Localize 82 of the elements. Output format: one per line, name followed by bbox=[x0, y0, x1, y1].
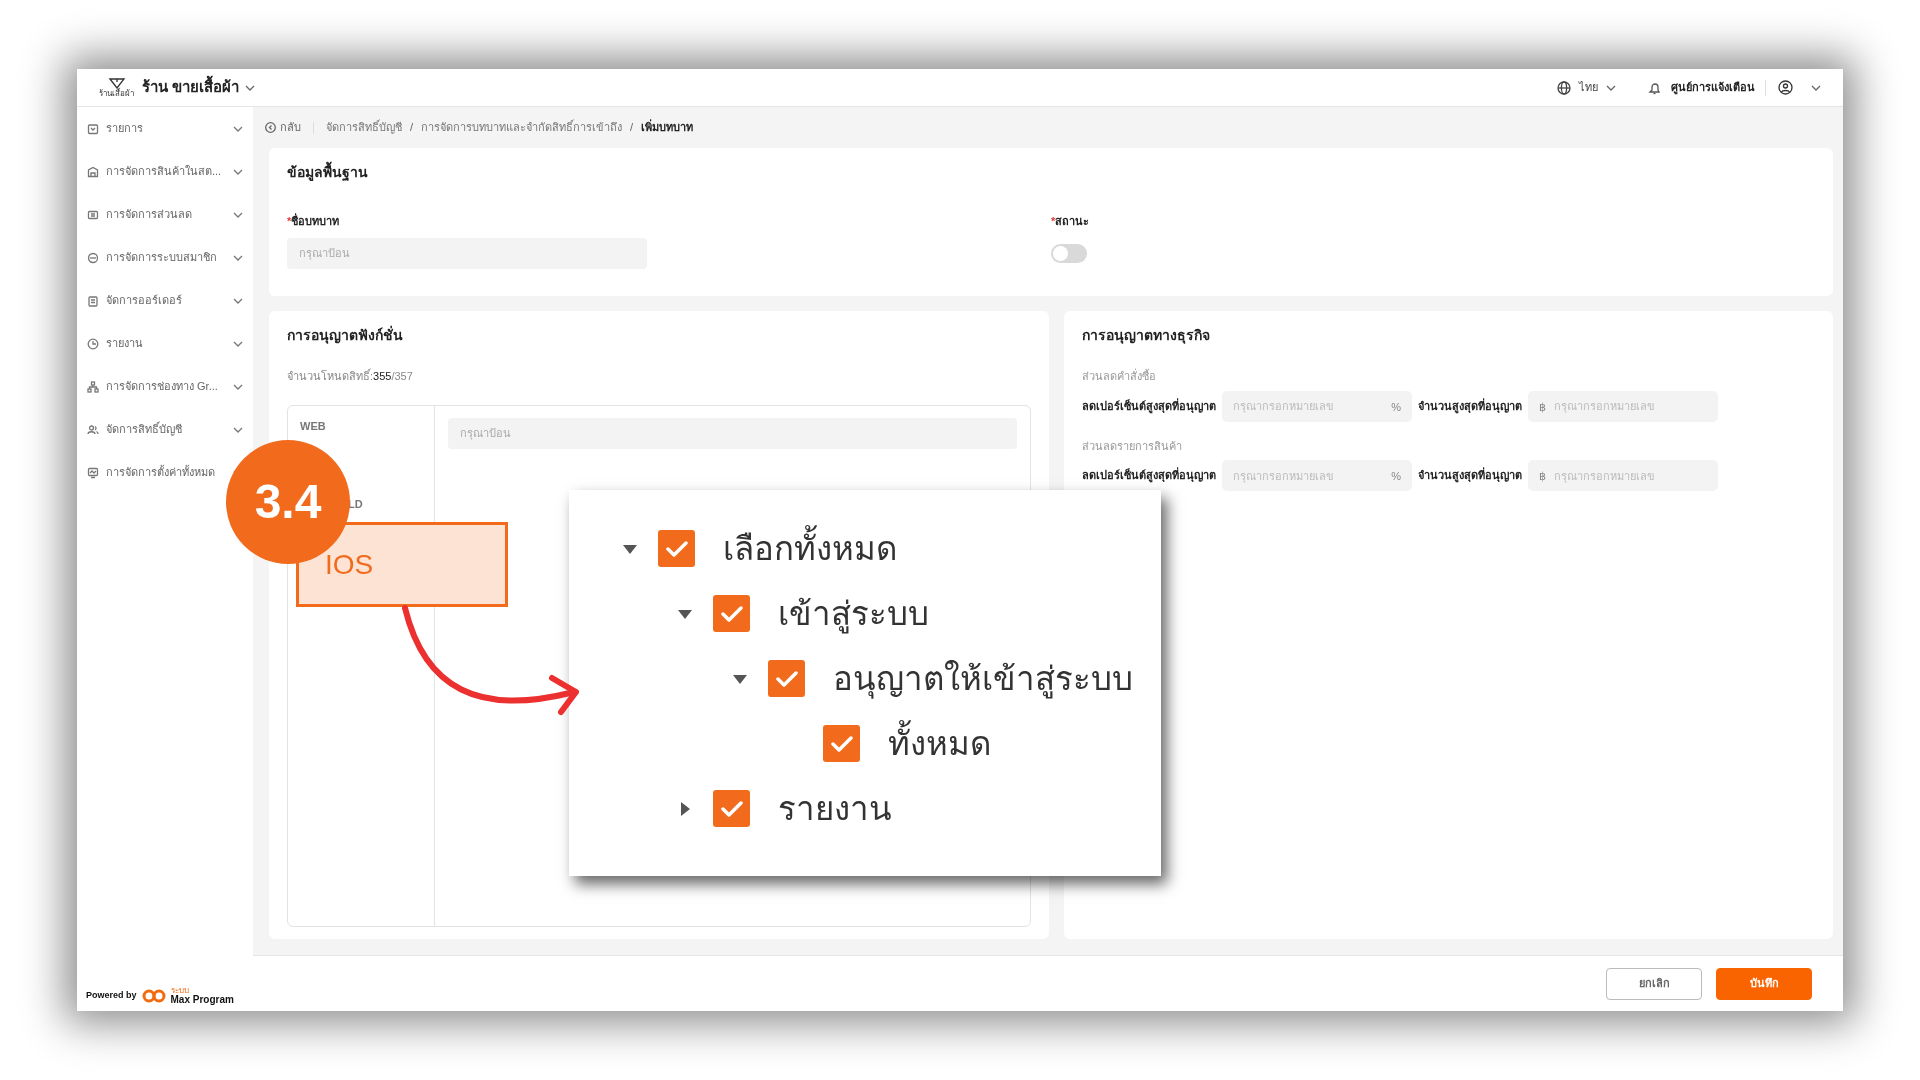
checkmark-icon bbox=[720, 604, 743, 623]
chevron-down-icon bbox=[233, 340, 243, 347]
field-label: ลดเปอร์เซ็นต์สูงสุดที่อนุญาต bbox=[1082, 397, 1216, 415]
unit-label: ฿ bbox=[1539, 469, 1546, 484]
field-label: *สถานะ bbox=[1051, 214, 1091, 229]
brand-tag: ระบบ bbox=[170, 987, 234, 995]
user-avatar-icon bbox=[1778, 80, 1793, 95]
sidebar-item[interactable]: การจัดการตั้งค่าทั้งหมด bbox=[87, 464, 215, 481]
brand-name: Max Program bbox=[170, 995, 234, 1005]
chevron-down-icon bbox=[233, 254, 243, 261]
tree-node-label[interactable]: อนุญาตให้เข้าสู่ระบบ bbox=[833, 653, 1133, 704]
checkmark-icon bbox=[775, 669, 798, 688]
role-name-field[interactable]: กรุณาป้อน bbox=[287, 237, 647, 269]
chevron-down-icon bbox=[233, 168, 243, 175]
chevron-down-icon bbox=[1811, 84, 1821, 91]
chevron-down-icon bbox=[233, 125, 243, 132]
warehouse-icon bbox=[87, 165, 99, 178]
sidebar-item[interactable]: จัดการสิทธิ์บัญชี bbox=[87, 421, 182, 438]
breadcrumb-current: เพิ่มบทบาท bbox=[641, 119, 694, 136]
platform-label[interactable]: WEB bbox=[300, 417, 326, 434]
checkmark-icon bbox=[665, 539, 688, 558]
search-field[interactable]: กรุณาป้อน bbox=[448, 417, 1017, 449]
checkbox[interactable] bbox=[713, 595, 750, 632]
unit-label: % bbox=[1391, 469, 1401, 484]
field-label: จำนวนสูงสุดที่อนุญาต bbox=[1418, 467, 1522, 484]
cancel-button[interactable]: ยกเลิก bbox=[1606, 967, 1702, 1000]
checkbox[interactable] bbox=[713, 790, 750, 827]
sidebar-item[interactable]: การจัดการระบบสมาชิก bbox=[87, 249, 217, 266]
field-label: *ชื่อบทบาท bbox=[287, 213, 341, 229]
breadcrumb-separator: / bbox=[410, 120, 414, 136]
sidebar-item[interactable]: รายงาน bbox=[87, 335, 143, 352]
powered-by-text: Powered by bbox=[86, 989, 137, 1003]
section-title: การอนุญาตทางธุรกิจ bbox=[1082, 326, 1211, 346]
chevron-down-icon bbox=[233, 383, 243, 390]
tree-node-label[interactable]: ทั้งหมด bbox=[888, 718, 991, 769]
field-label: จำนวนสูงสุดที่อนุญาต bbox=[1418, 397, 1522, 415]
chevron-down-icon bbox=[233, 211, 243, 218]
chevron-down-icon bbox=[245, 84, 256, 91]
checkmark-icon bbox=[830, 734, 853, 753]
back-link[interactable]: กลับ bbox=[265, 119, 301, 136]
hanger-logo-icon bbox=[107, 77, 126, 89]
chevron-down-icon bbox=[233, 297, 243, 304]
bell-icon bbox=[1648, 80, 1661, 95]
users-icon bbox=[87, 423, 99, 436]
sidebar-item[interactable]: การจัดการส่วนลด bbox=[87, 206, 192, 223]
checkmark-icon bbox=[720, 799, 743, 818]
back-arrow-icon bbox=[265, 122, 276, 133]
clipboard-icon bbox=[87, 294, 99, 307]
globe-icon bbox=[1557, 80, 1571, 95]
sidebar-item[interactable]: การจัดการช่องทาง Gr... bbox=[87, 378, 218, 395]
checkbox[interactable] bbox=[823, 725, 860, 762]
breadcrumb-separator: / bbox=[630, 120, 634, 136]
sidebar-item[interactable]: การจัดการสินค้าในสต... bbox=[87, 163, 222, 180]
logo-caption: ร้านเสื้อผ้า bbox=[99, 89, 134, 98]
brand-logo-icon bbox=[141, 989, 166, 1003]
status-toggle[interactable] bbox=[1051, 243, 1087, 263]
unit-label: % bbox=[1391, 399, 1401, 415]
field-label: ลดเปอร์เซ็นต์สูงสุดที่อนุญาต bbox=[1082, 467, 1216, 484]
sidebar-item[interactable]: รายการ bbox=[87, 120, 143, 137]
breadcrumb-link[interactable]: การจัดการบทบาทและจำกัดสิทธิ์การเข้าถึง bbox=[421, 119, 623, 136]
tree-node-label[interactable]: เข้าสู่ระบบ bbox=[778, 588, 929, 639]
checkbox[interactable] bbox=[768, 660, 805, 697]
breadcrumb-link[interactable]: จัดการสิทธิ์บัญชี bbox=[326, 119, 402, 136]
notification-center-link[interactable]: ศูนย์การแจ้งเตือน bbox=[1671, 79, 1755, 96]
group-title: ส่วนลดคำสั่งซื้อ bbox=[1082, 368, 1157, 384]
chart-board-icon bbox=[87, 466, 99, 479]
checkbox[interactable] bbox=[658, 530, 695, 567]
section-title: ข้อมูลพื้นฐาน bbox=[287, 162, 1815, 183]
section-title: การอนุญาตฟังก์ชั่น bbox=[287, 325, 404, 346]
calendar-icon bbox=[87, 122, 99, 135]
clock-icon bbox=[87, 337, 99, 350]
sitemap-icon bbox=[87, 380, 99, 393]
language-selector[interactable]: ไทย bbox=[1579, 79, 1598, 96]
group-title: ส่วนลดรายการสินค้า bbox=[1082, 438, 1183, 454]
tree-node-label[interactable]: รายงาน bbox=[778, 783, 892, 834]
tree-node-label[interactable]: เลือกทั้งหมด bbox=[723, 523, 897, 574]
chevron-down-icon bbox=[1606, 84, 1616, 91]
shop-name[interactable]: ร้าน ขายเสื้อผ้า bbox=[142, 76, 240, 99]
permission-node-count: จำนวนโหนดสิทธิ์:355/357 bbox=[287, 368, 414, 384]
chevron-down-icon bbox=[233, 426, 243, 433]
unit-label: ฿ bbox=[1539, 399, 1546, 415]
sidebar-item[interactable]: จัดการออร์เดอร์ bbox=[87, 292, 182, 309]
